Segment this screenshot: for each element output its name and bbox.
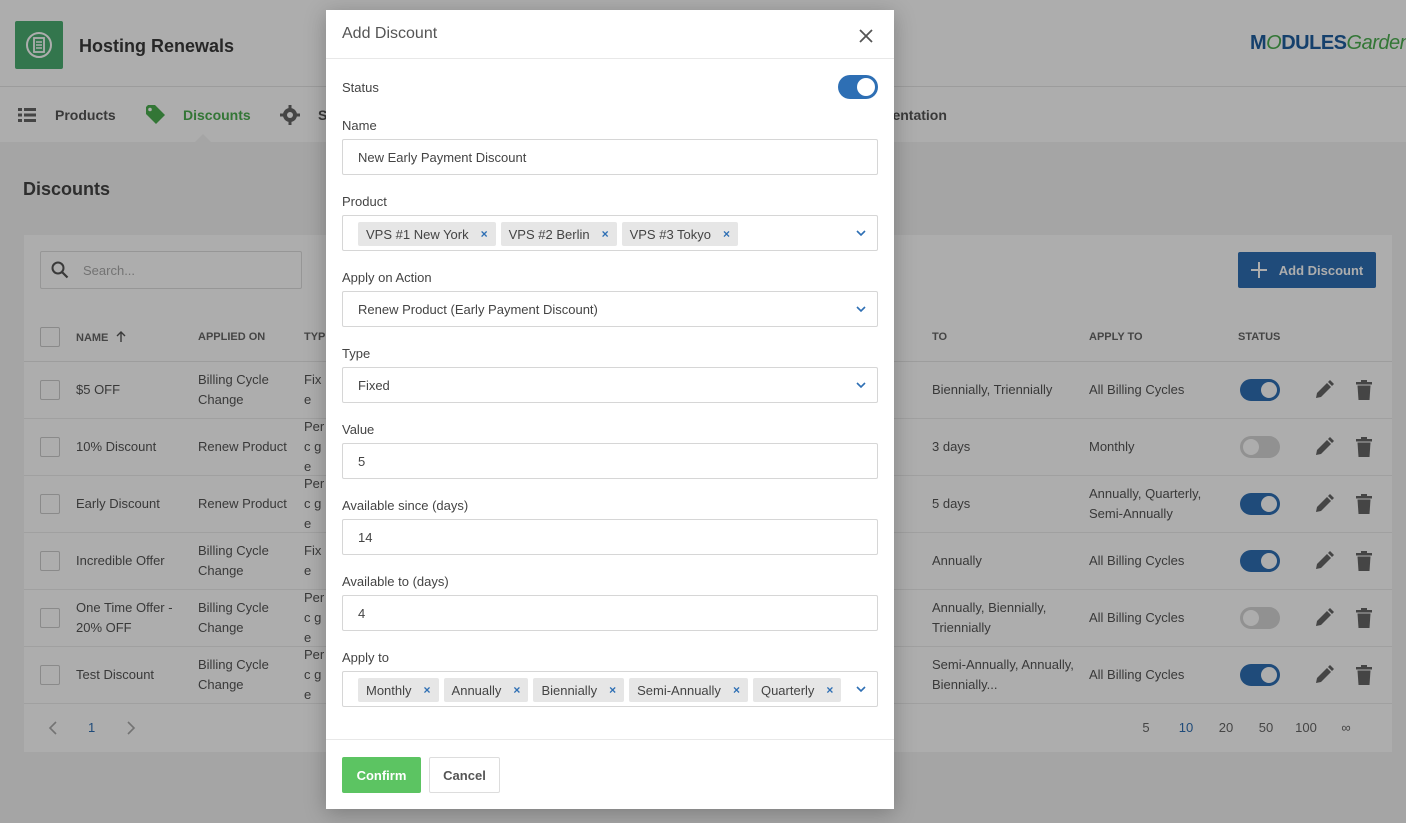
selected-tag: Annually × [443, 678, 529, 702]
value-value: 5 [358, 454, 366, 469]
selected-tag: VPS #1 New York × [358, 222, 496, 246]
modal-footer: Confirm Cancel [326, 739, 894, 809]
selected-tag: Biennially × [533, 678, 625, 702]
tag-label: Semi-Annually [637, 682, 721, 698]
remove-tag-icon[interactable]: × [723, 227, 730, 241]
since-value: 14 [358, 530, 373, 545]
value-field[interactable]: 5 [342, 443, 878, 479]
to-label: Available to (days) [342, 574, 449, 589]
selected-tag: Monthly × [358, 678, 439, 702]
action-value: Renew Product (Early Payment Discount) [358, 302, 598, 317]
product-label: Product [342, 194, 387, 209]
tag-label: VPS #1 New York [366, 226, 469, 242]
action-select[interactable]: Renew Product (Early Payment Discount) [342, 291, 878, 327]
to-value: 4 [358, 606, 366, 621]
close-icon[interactable] [856, 26, 876, 46]
tag-label: Biennially [541, 682, 598, 698]
apply-to-label: Apply to [342, 650, 389, 665]
product-multiselect[interactable]: VPS #1 New York × VPS #2 Berlin × VPS #3 Tok… [342, 215, 878, 251]
action-label: Apply on Action [342, 270, 432, 285]
tag-label: VPS #3 Tokyo [629, 226, 712, 242]
remove-tag-icon[interactable]: × [424, 683, 431, 697]
chevron-down-icon[interactable] [855, 228, 867, 238]
since-field[interactable]: 14 [342, 519, 878, 555]
remove-tag-icon[interactable]: × [481, 227, 488, 241]
selected-tag: VPS #2 Berlin × [500, 222, 617, 246]
selected-tag: VPS #3 Tokyo × [621, 222, 739, 246]
tag-label: Monthly [366, 682, 412, 698]
to-field[interactable]: 4 [342, 595, 878, 631]
tag-label: Annually [451, 682, 502, 698]
value-label: Value [342, 422, 375, 437]
remove-tag-icon[interactable]: × [609, 683, 616, 697]
type-select[interactable]: Fixed [342, 367, 878, 403]
modal-header: Add Discount [326, 10, 894, 59]
status-label: Status [342, 80, 379, 95]
apply-to-multiselect[interactable]: Monthly × Annually × Biennially × Semi-Annuall… [342, 671, 878, 707]
remove-tag-icon[interactable]: × [513, 683, 520, 697]
selected-tag: Quarterly × [752, 678, 842, 702]
name-label: Name [342, 118, 377, 133]
chevron-down-icon[interactable] [855, 304, 867, 314]
name-field[interactable]: New Early Payment Discount [342, 139, 878, 175]
remove-tag-icon[interactable]: × [826, 683, 833, 697]
modal-title: Add Discount [342, 25, 438, 42]
tag-label: Quarterly [760, 682, 815, 698]
status-toggle[interactable] [838, 75, 878, 99]
name-value: New Early Payment Discount [358, 150, 527, 165]
confirm-button[interactable]: Confirm [342, 757, 421, 793]
remove-tag-icon[interactable]: × [602, 227, 609, 241]
chevron-down-icon[interactable] [855, 684, 867, 694]
remove-tag-icon[interactable]: × [733, 683, 740, 697]
since-label: Available since (days) [342, 498, 469, 513]
chevron-down-icon[interactable] [855, 380, 867, 390]
type-label: Type [342, 346, 371, 361]
type-value: Fixed [358, 378, 390, 393]
tag-label: VPS #2 Berlin [508, 226, 590, 242]
cancel-button[interactable]: Cancel [429, 757, 500, 793]
selected-tag: Semi-Annually × [629, 678, 748, 702]
add-discount-modal: Add Discount Status Name New Early Payme… [326, 10, 894, 809]
